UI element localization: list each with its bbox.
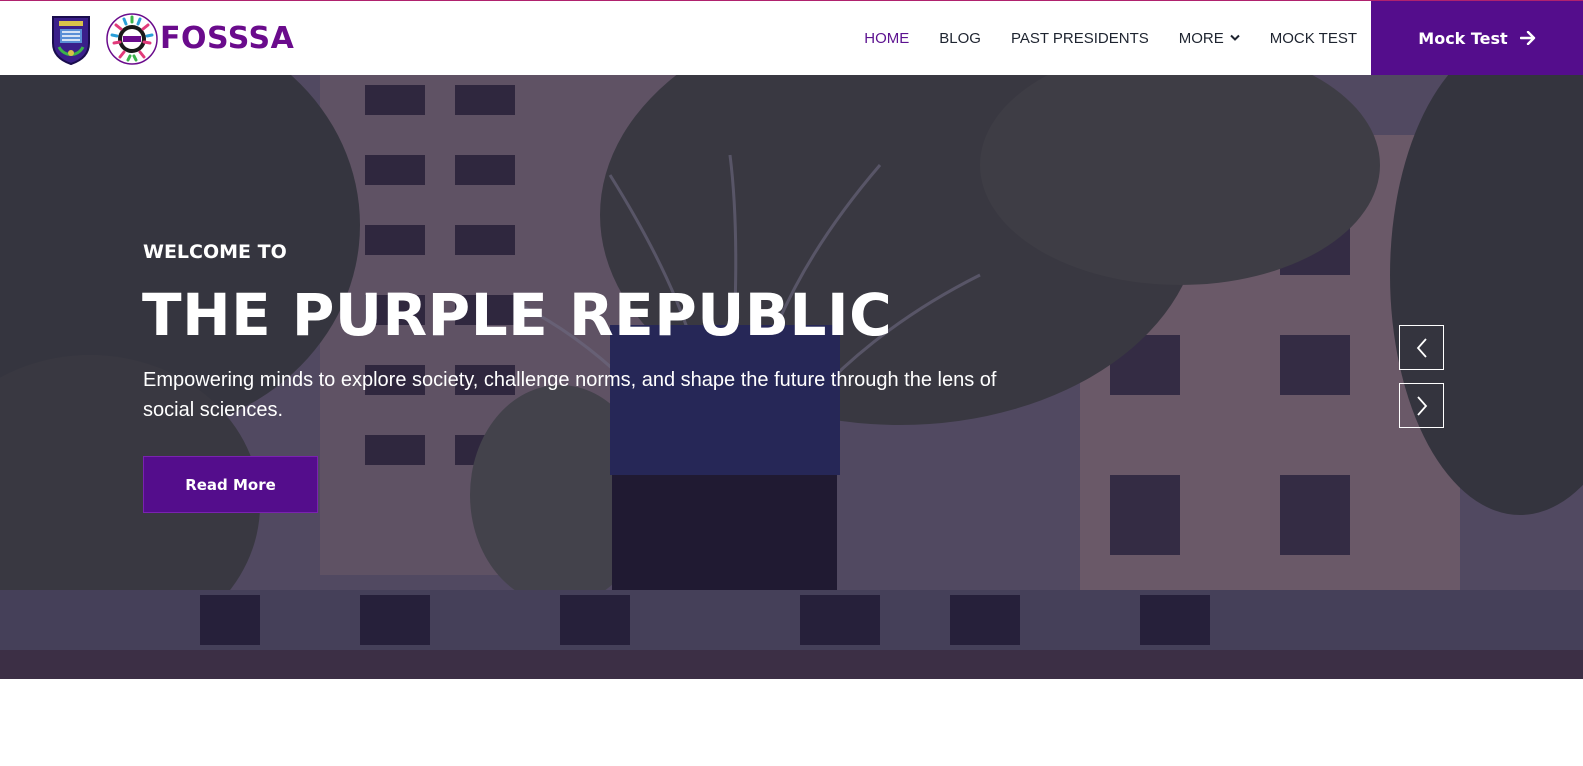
main-nav: HOME BLOG PAST PRESIDENTS MORE MOCK TEST (834, 1, 1357, 75)
chevron-right-icon (1416, 395, 1427, 416)
slider-prev-button[interactable] (1399, 325, 1444, 370)
nav-item-label: MORE (1178, 29, 1224, 47)
hero-tagline: Empowering minds to explore society, cha… (143, 369, 997, 421)
chevron-left-icon (1416, 337, 1427, 358)
brand[interactable]: FOSSSA (50, 13, 294, 65)
mock-test-button[interactable]: Mock Test (1371, 1, 1583, 75)
arrow-right-icon (1519, 31, 1535, 45)
site-header: FOSSSA HOME BLOG PAST PRESIDENTS MORE MO… (0, 1, 1583, 75)
nav-item-blog[interactable]: BLOG (939, 30, 981, 47)
slider-next-button[interactable] (1399, 383, 1444, 428)
nav-item-mock-test[interactable]: MOCK TEST (1270, 30, 1357, 47)
chevron-down-icon (1230, 34, 1240, 41)
nav-item-label: HOME (864, 29, 910, 47)
nav-item-label: BLOG (939, 29, 981, 47)
hero-title: THE PURPLE REPUBLIC (142, 281, 893, 349)
nav-item-label: PAST PRESIDENTS (1010, 29, 1149, 47)
nav-item-more-dropdown[interactable]: MORE (1179, 30, 1240, 47)
brand-name: FOSSSA (160, 21, 295, 56)
mock-test-button-label: Mock Test (1418, 28, 1508, 48)
hero-slider: WELCOME TO THE PURPLE REPUBLIC Empowerin… (0, 75, 1583, 679)
nav-item-home[interactable]: HOME (864, 30, 909, 47)
nav-item-label: MOCK TEST (1269, 29, 1357, 47)
university-crest-icon (52, 16, 90, 65)
fosssa-badge-icon (106, 13, 158, 65)
hero-eyebrow: WELCOME TO (143, 241, 287, 263)
read-more-button[interactable]: Read More (143, 456, 318, 513)
nav-item-past-presidents[interactable]: PAST PRESIDENTS (1011, 30, 1149, 47)
